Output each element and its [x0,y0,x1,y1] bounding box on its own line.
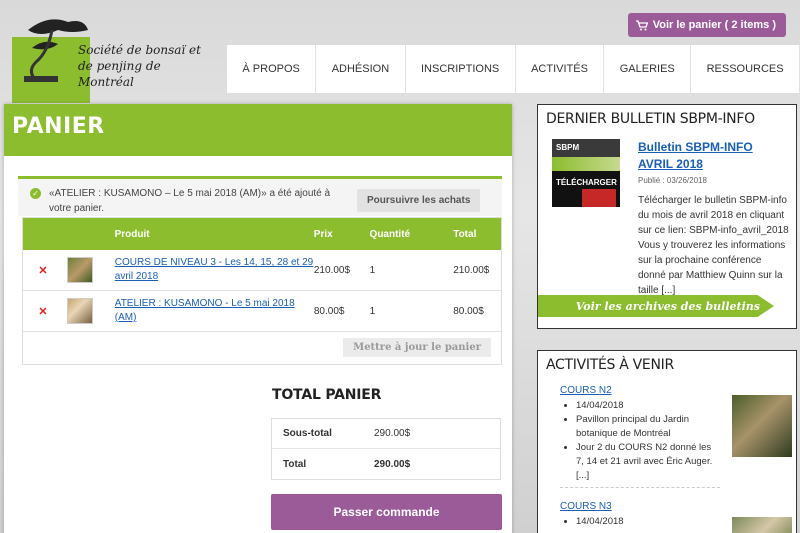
update-cart-button[interactable]: Mettre à jour le panier [343,338,491,357]
nav-item-registrations[interactable]: INSCRIPTIONS [406,45,516,93]
header-total: Total [453,228,477,240]
site-logo-text[interactable]: Société de bonsaï et de penjing de Montr… [78,42,218,90]
pdf-icon [582,189,616,207]
header-quantity: Quantité [369,228,411,240]
bulletin-thumb-band [552,157,620,171]
activities-widget-title: ACTIVITÉS À VENIR [546,357,674,373]
remove-item-icon[interactable]: ✕ [23,264,63,277]
product-quantity[interactable]: 1 [370,265,454,276]
nav-item-resources[interactable]: RESSOURCES [691,45,800,93]
upcoming-activities-widget: ACTIVITÉS À VENIR COURS N2 14/04/2018 Pa… [537,350,797,533]
product-total: 210.00$ [453,264,490,276]
total-row: Total 290.00$ [272,449,500,479]
added-to-cart-notice: ✓ «ATELIER : KUSAMONO – Le 5 mai 2018 (A… [18,176,502,216]
notice-text: «ATELIER : KUSAMONO – Le 5 mai 2018 (AM)… [49,188,331,214]
activity-item: COURS N2 14/04/2018 Pavillon principal d… [560,385,794,488]
table-header: Produit Prix Quantité Total [23,218,501,250]
checkout-button[interactable]: Passer commande [271,494,502,530]
bulletin-link[interactable]: Bulletin SBPM-INFO AVRIL 2018 [638,139,786,173]
product-link[interactable]: COURS DE NIVEAU 3 - Les 14, 15, 28 et 29… [115,257,313,282]
header-product: Produit [114,228,150,240]
cart-table: Produit Prix Quantité Total ✕ COURS DE N… [22,217,502,365]
page-title: PANIER [4,104,512,156]
product-total: 80.00$ [453,305,484,317]
product-quantity[interactable]: 1 [370,306,454,317]
table-row: ✕ ATELIER : KUSAMONO - Le 5 mai 2018 (AM… [23,291,501,332]
view-cart-button[interactable]: Voir le panier ( 2 items ) [627,13,786,37]
activity-photo[interactable] [732,395,792,457]
update-row: Mettre à jour le panier [23,332,501,364]
bulletin-widget-title: DERNIER BULLETIN SBPM-INFO [546,111,755,127]
activity-item: COURS N3 14/04/2018 [560,501,794,533]
cart-totals-heading: TOTAL PANIER [272,387,382,403]
product-link[interactable]: ATELIER : KUSAMONO - Le 5 mai 2018 (AM) [115,298,295,323]
subtotal-value: 290.00$ [374,428,411,439]
total-label: Total [283,458,307,470]
remove-item-icon[interactable]: ✕ [23,305,63,318]
activity-details: 14/04/2018 [576,515,714,529]
continue-shopping-button[interactable]: Poursuivre les achats [357,189,481,212]
total-value: 290.00$ [374,458,411,470]
product-price: 80.00$ [313,305,345,317]
product-thumbnail[interactable] [67,298,93,324]
activity-date: 14/04/2018 [576,399,714,413]
latest-bulletin-widget: DERNIER BULLETIN SBPM-INFO SBPM TÉLÉCHAR… [537,104,797,329]
activity-link[interactable]: COURS N3 [560,501,794,512]
product-thumbnail[interactable] [67,257,93,283]
activity-photo[interactable] [732,517,792,533]
table-row: ✕ COURS DE NIVEAU 3 - Les 14, 15, 28 et … [23,250,501,291]
main-nav: À PROPOS ADHÉSION INSCRIPTIONS ACTIVITÉS… [226,45,800,93]
bulletin-thumbnail[interactable]: SBPM TÉLÉCHARGER [552,139,620,225]
nav-item-about[interactable]: À PROPOS [227,45,317,93]
nav-item-activities[interactable]: ACTIVITÉS [516,45,605,93]
check-circle-icon: ✓ [30,188,41,199]
cart-icon [635,19,648,30]
nav-item-membership[interactable]: ADHÉSION [316,45,406,93]
bulletin-excerpt: Télécharger le bulletin SBPM-info du moi… [638,195,789,296]
activity-location: Pavillon principal du Jardin botanique d… [576,413,714,441]
nav-item-galleries[interactable]: GALERIES [604,45,692,93]
activity-date: 14/04/2018 [576,515,714,529]
activity-description: Jour 2 du COURS N2 donné les 7, 14 et 21… [576,441,714,483]
activity-details: 14/04/2018 Pavillon principal du Jardin … [576,399,714,483]
bulletin-archive-link[interactable]: Voir les archives des bulletins [538,295,774,317]
subtotal-label: Sous-total [283,428,332,439]
bulletin-thumb-header: SBPM [552,139,620,157]
activity-divider [560,487,720,488]
subtotal-row: Sous-total 290.00$ [272,419,500,449]
view-cart-label: Voir le panier ( 2 items ) [652,19,776,31]
header-price: Prix [313,228,333,240]
product-price: 210.00$ [313,264,351,276]
cart-panel: PANIER ✓ «ATELIER : KUSAMONO – Le 5 mai … [4,104,512,533]
bulletin-date: Publié : 03/26/2018 [638,176,707,185]
cart-totals: Sous-total 290.00$ Total 290.00$ [271,418,501,480]
